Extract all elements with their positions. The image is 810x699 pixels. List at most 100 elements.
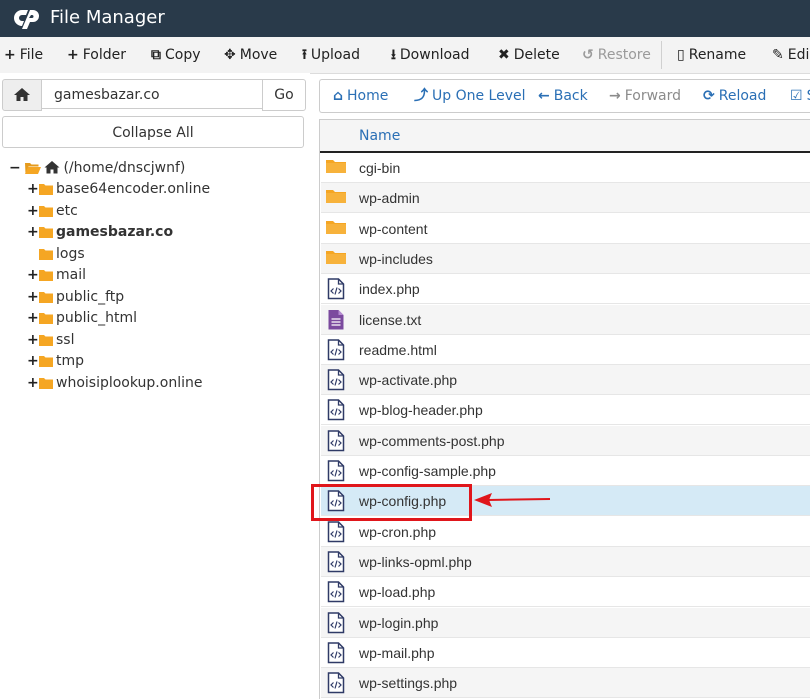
directory-panel: gamesbazar.co Go Collapse All − (/home/d…: [0, 73, 310, 699]
file-name: wp-mail.php: [359, 644, 435, 661]
open-folder-icon: [25, 163, 42, 174]
forward-button[interactable]: → Forward: [609, 80, 681, 112]
file-row[interactable]: wp-links-opml.php: [321, 546, 810, 577]
file-name: wp-comments-post.php: [359, 432, 505, 449]
expand-toggle[interactable]: +: [27, 179, 39, 200]
download-button[interactable]: ⭳ Download: [391, 37, 470, 73]
reload-button[interactable]: ⟳ Reload: [703, 80, 766, 112]
name-column-header[interactable]: Name: [359, 120, 400, 152]
collapse-toggle[interactable]: −: [9, 158, 21, 179]
file-name: wp-links-opml.php: [359, 553, 472, 570]
level-up-icon: ⤴: [414, 88, 428, 104]
tree-item-public-ftp[interactable]: + public_ftp: [27, 287, 124, 308]
file-name: wp-load.php: [359, 584, 436, 601]
folder-icon: [39, 184, 53, 195]
file-row[interactable]: wp-activate.php: [321, 365, 810, 396]
file-row[interactable]: wp-config-sample.php: [321, 456, 810, 486]
plus-icon: +: [4, 47, 16, 63]
tree-item-mail[interactable]: + mail: [27, 265, 86, 286]
tree-item-ssl[interactable]: + ssl: [27, 330, 74, 351]
edit-button[interactable]: ✎ Edi: [772, 37, 809, 73]
file-row[interactable]: wp-blog-header.php: [321, 395, 810, 426]
tree-root[interactable]: − (/home/dnscjwnf): [9, 158, 185, 179]
table-header: Name: [320, 119, 810, 153]
tree-item-public-html[interactable]: + public_html: [27, 308, 137, 329]
text-file-icon: [327, 309, 345, 335]
file-list-panel: ⌂ Home ⤴ Up One Level ← Back → Forward ⟳ Relo…: [319, 73, 810, 699]
tree-item-etc[interactable]: + etc: [27, 201, 78, 222]
file-row[interactable]: readme.html: [321, 335, 810, 365]
file-name: wp-config-sample.php: [359, 463, 496, 479]
restore-button[interactable]: ↺ Restore: [582, 37, 651, 73]
expand-toggle[interactable]: +: [27, 287, 39, 308]
file-table: Name cgi-bin wp-admin wp-content wp-include…: [319, 119, 810, 699]
file-row[interactable]: cgi-bin: [321, 153, 810, 183]
file-row[interactable]: wp-content: [321, 214, 810, 244]
file-row[interactable]: wp-load.php: [321, 577, 810, 608]
file-row[interactable]: wp-settings.php: [321, 668, 810, 699]
file-row[interactable]: wp-mail.php: [321, 638, 810, 668]
file-name: wp-settings.php: [359, 675, 458, 692]
back-arrow-icon: ←: [538, 88, 550, 104]
new-file-button[interactable]: + File: [4, 37, 43, 73]
tree-item-base64encoder[interactable]: + base64encoder.online: [27, 179, 210, 200]
file-row[interactable]: wp-includes: [321, 243, 810, 274]
file-name: wp-activate.php: [359, 372, 458, 389]
rename-button[interactable]: ▯ Rename: [677, 37, 746, 73]
tree-item-tmp[interactable]: + tmp: [27, 351, 84, 372]
select-all-button[interactable]: ☑S: [790, 80, 810, 112]
expand-toggle[interactable]: +: [27, 222, 39, 243]
file-row[interactable]: index.php: [321, 274, 810, 305]
toolbar: + File + Folder ⧉ Copy ✥ Move ⭱ Upload ⭳ Downl…: [0, 37, 810, 74]
up-one-level-button[interactable]: ⤴ Up One Level: [414, 80, 526, 112]
file-row[interactable]: wp-login.php: [321, 607, 810, 638]
new-folder-button[interactable]: + Folder: [67, 37, 126, 73]
folder-icon: [39, 292, 53, 303]
expand-toggle[interactable]: +: [27, 308, 39, 329]
plus-icon: +: [67, 47, 79, 63]
navigation-bar: ⌂ Home ⤴ Up One Level ← Back → Forward ⟳ Relo…: [319, 79, 810, 113]
tree-item-whoisiplookup[interactable]: + whoisiplookup.online: [27, 373, 202, 394]
expand-toggle[interactable]: +: [27, 201, 39, 222]
tree-item-gamesbazar[interactable]: + gamesbazar.co: [27, 222, 173, 243]
rename-icon: ▯: [677, 47, 685, 63]
upload-button[interactable]: ⭱ Upload: [302, 37, 360, 73]
address-bar: gamesbazar.co Go: [2, 79, 306, 111]
expand-toggle[interactable]: +: [27, 330, 39, 351]
expand-toggle[interactable]: +: [27, 351, 39, 372]
restore-icon: ↺: [582, 47, 594, 63]
file-row[interactable]: wp-admin: [321, 183, 810, 214]
expand-toggle[interactable]: +: [27, 373, 39, 394]
move-button[interactable]: ✥ Move: [224, 37, 277, 73]
code-file-icon: [327, 672, 345, 698]
code-file-icon: [327, 429, 345, 456]
code-file-icon: [327, 551, 345, 577]
file-row[interactable]: wp-cron.php: [321, 517, 810, 547]
delete-button[interactable]: ✖ Delete: [498, 37, 560, 73]
file-name: wp-blog-header.php: [359, 402, 483, 419]
highlight-box: [311, 484, 472, 521]
code-file-icon: [327, 520, 345, 547]
file-row[interactable]: wp-comments-post.php: [321, 425, 810, 456]
file-name: readme.html: [359, 341, 437, 358]
copy-button[interactable]: ⧉ Copy: [151, 37, 201, 73]
collapse-all-button[interactable]: Collapse All: [2, 116, 304, 148]
home-directory-button[interactable]: [2, 79, 42, 111]
expand-toggle[interactable]: +: [27, 265, 39, 286]
back-button[interactable]: ← Back: [538, 80, 588, 112]
code-file-icon: [327, 399, 345, 425]
go-button[interactable]: Go: [262, 79, 306, 111]
file-name: wp-admin: [359, 190, 420, 207]
folder-icon: [39, 356, 53, 367]
file-name: wp-includes: [359, 250, 433, 267]
code-file-icon: [327, 460, 345, 486]
upload-icon: ⭱: [302, 47, 307, 63]
home-button[interactable]: ⌂ Home: [333, 80, 388, 112]
path-input[interactable]: gamesbazar.co: [41, 79, 263, 109]
tree-item-logs[interactable]: logs: [27, 244, 85, 265]
file-row[interactable]: license.txt: [321, 304, 810, 335]
toolbar-divider: [661, 41, 662, 69]
code-file-icon: [327, 581, 345, 607]
folder-icon: [326, 218, 346, 240]
download-icon: ⭳: [391, 47, 396, 63]
